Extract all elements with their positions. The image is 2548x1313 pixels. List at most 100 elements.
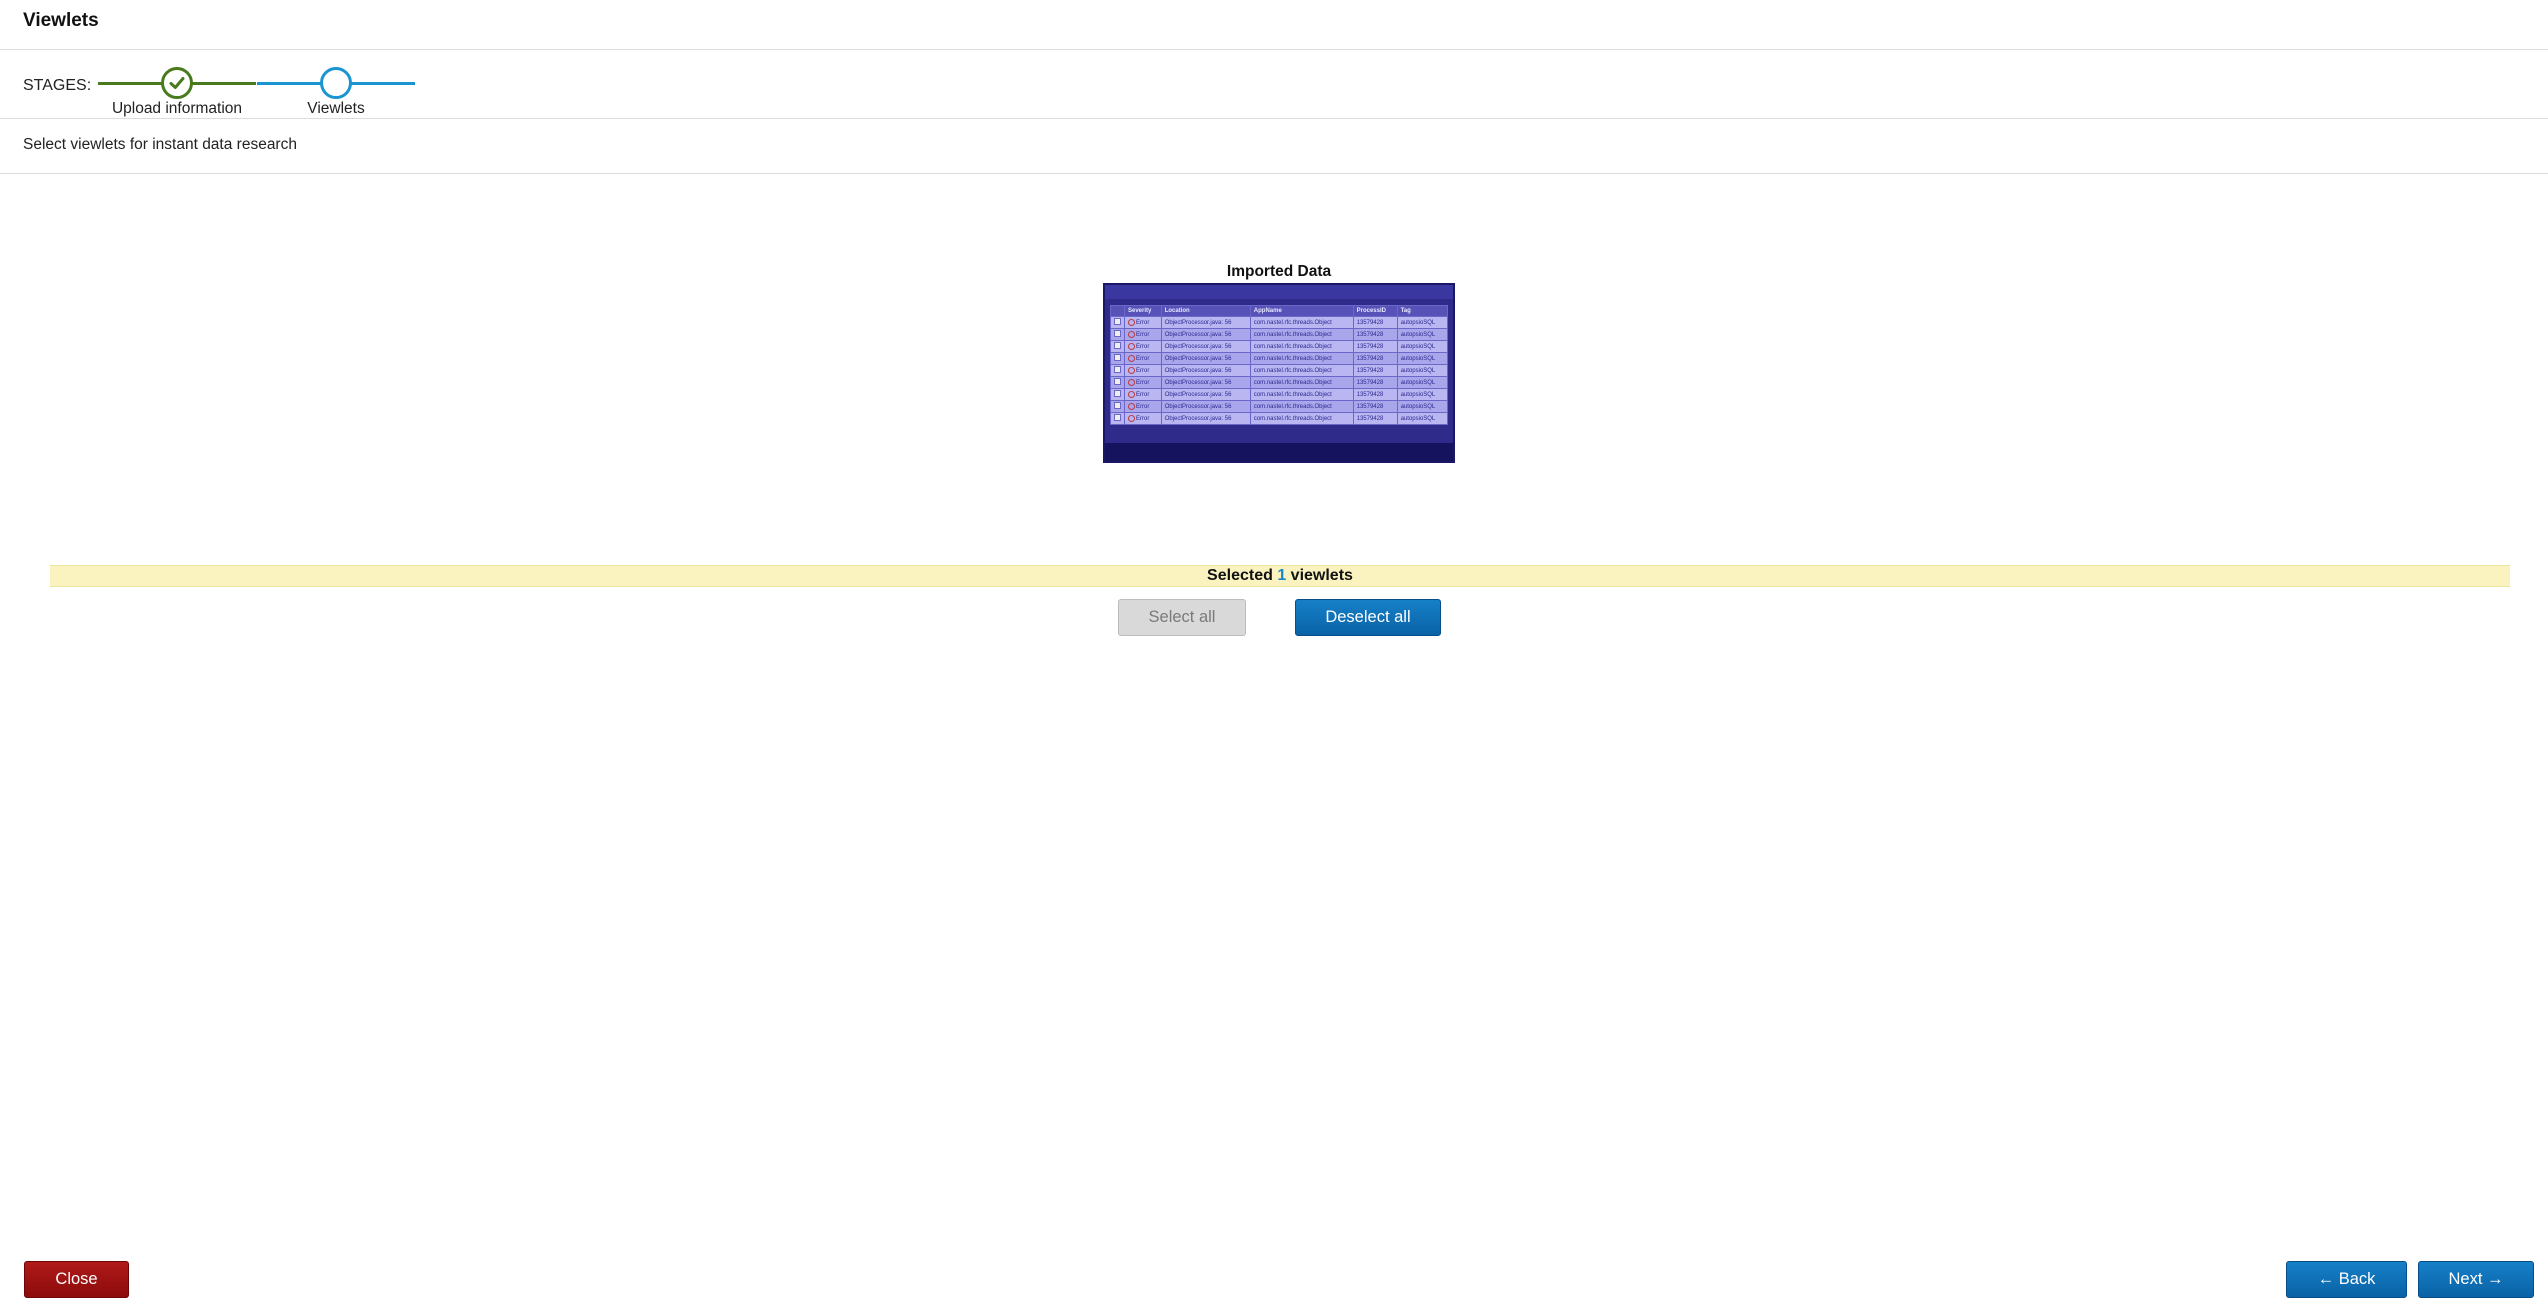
severity-text: Error bbox=[1136, 404, 1150, 411]
selection-prefix: Selected bbox=[1207, 567, 1273, 584]
thumbnail-cell: ObjectProcessor.java: 56 bbox=[1160, 412, 1251, 425]
severity-cell: Error bbox=[1124, 412, 1162, 425]
thumbnail-cell: autopsioSQL bbox=[1396, 388, 1449, 401]
severity-text: Error bbox=[1136, 416, 1150, 423]
thumbnail-cell: autopsioSQL bbox=[1396, 400, 1449, 413]
severity-cell: Error bbox=[1124, 364, 1162, 377]
viewlet-thumbnail[interactable]: Severity Location AppName ProcessID Tag Erro… bbox=[1103, 283, 1455, 463]
page-title: Viewlets bbox=[23, 10, 99, 31]
row-checkbox-icon bbox=[1110, 340, 1125, 353]
thumbnail-column-header: Tag bbox=[1396, 305, 1449, 317]
check-icon bbox=[161, 67, 193, 99]
thumbnail-column-header: ProcessID bbox=[1352, 305, 1398, 317]
next-button[interactable]: Next → bbox=[2418, 1261, 2534, 1298]
thumbnail-cell: com.nastel.rfc.threads.Object bbox=[1249, 316, 1354, 329]
severity-cell: Error bbox=[1124, 400, 1162, 413]
stage-name: Viewlets bbox=[307, 100, 365, 117]
thumbnail-toolbar bbox=[1105, 285, 1453, 299]
thumbnail-cell: 13579428 bbox=[1352, 376, 1398, 389]
row-checkbox-icon bbox=[1110, 388, 1125, 401]
thumbnail-cell: autopsioSQL bbox=[1396, 340, 1449, 353]
severity-text: Error bbox=[1136, 368, 1150, 375]
thumbnail-table: Severity Location AppName ProcessID Tag Erro… bbox=[1110, 305, 1449, 425]
thumbnail-column-header: AppName bbox=[1249, 305, 1354, 317]
severity-cell: Error bbox=[1124, 388, 1162, 401]
stages-label: STAGES: bbox=[23, 77, 92, 94]
row-checkbox-icon bbox=[1110, 400, 1125, 413]
selection-suffix: viewlets bbox=[1290, 567, 1353, 584]
thumbnail-cell: 13579428 bbox=[1352, 352, 1398, 365]
thumbnail-cell: 13579428 bbox=[1352, 364, 1398, 377]
row-checkbox-icon bbox=[1110, 316, 1125, 329]
thumbnail-row: Error ObjectProcessor.java: 56 com.nastel.… bbox=[1110, 352, 1449, 365]
row-checkbox-icon bbox=[1110, 352, 1125, 365]
thumbnail-cell: ObjectProcessor.java: 56 bbox=[1160, 352, 1251, 365]
instructions-bar: Select viewlets for instant data researc… bbox=[0, 120, 2548, 174]
thumbnail-cell: com.nastel.rfc.threads.Object bbox=[1249, 388, 1354, 401]
row-checkbox-icon bbox=[1110, 412, 1125, 425]
selection-summary-bar: Selected 1 viewlets bbox=[50, 565, 2510, 587]
thumbnail-cell: ObjectProcessor.java: 56 bbox=[1160, 316, 1251, 329]
error-icon bbox=[1128, 414, 1135, 422]
thumbnail-column-header bbox=[1110, 305, 1125, 317]
thumbnail-row: Error ObjectProcessor.java: 56 com.nastel.… bbox=[1110, 316, 1449, 329]
thumbnail-cell: ObjectProcessor.java: 56 bbox=[1160, 376, 1251, 389]
thumbnail-cell: autopsioSQL bbox=[1396, 316, 1449, 329]
error-icon bbox=[1128, 366, 1135, 374]
thumbnail-cell: com.nastel.rfc.threads.Object bbox=[1249, 412, 1354, 425]
severity-cell: Error bbox=[1124, 328, 1162, 341]
thumbnail-cell: 13579428 bbox=[1352, 400, 1398, 413]
row-checkbox-icon bbox=[1110, 328, 1125, 341]
thumbnail-cell: autopsioSQL bbox=[1396, 412, 1449, 425]
selection-count: 1 bbox=[1277, 567, 1287, 584]
thumbnail-cell: autopsioSQL bbox=[1396, 352, 1449, 365]
thumbnail-footer bbox=[1105, 443, 1453, 461]
thumbnail-cell: com.nastel.rfc.threads.Object bbox=[1249, 328, 1354, 341]
thumbnail-cell: ObjectProcessor.java: 56 bbox=[1160, 364, 1251, 377]
instructions-text: Select viewlets for instant data researc… bbox=[23, 136, 297, 153]
thumbnail-cell: com.nastel.rfc.threads.Object bbox=[1249, 352, 1354, 365]
severity-cell: Error bbox=[1124, 376, 1162, 389]
row-checkbox-icon bbox=[1110, 376, 1125, 389]
error-icon bbox=[1128, 330, 1135, 338]
thumbnail-row: Error ObjectProcessor.java: 56 com.nastel.… bbox=[1110, 376, 1449, 389]
thumbnail-cell: autopsioSQL bbox=[1396, 376, 1449, 389]
thumbnail-cell: com.nastel.rfc.threads.Object bbox=[1249, 400, 1354, 413]
stages-bar: STAGES: Upload information Viewlets bbox=[0, 51, 2548, 119]
severity-text: Error bbox=[1136, 392, 1150, 399]
thumbnail-column-header: Severity bbox=[1124, 305, 1162, 317]
severity-cell: Error bbox=[1124, 340, 1162, 353]
error-icon bbox=[1128, 354, 1135, 362]
stage-viewlets[interactable]: Viewlets bbox=[257, 59, 415, 117]
close-button[interactable]: Close bbox=[24, 1261, 129, 1298]
severity-text: Error bbox=[1136, 380, 1150, 387]
error-icon bbox=[1128, 402, 1135, 410]
back-button[interactable]: ← Back bbox=[2286, 1261, 2407, 1298]
thumbnail-cell: 13579428 bbox=[1352, 412, 1398, 425]
thumbnail-cell: autopsioSQL bbox=[1396, 328, 1449, 341]
thumbnail-cell: com.nastel.rfc.threads.Object bbox=[1249, 364, 1354, 377]
deselect-all-button[interactable]: Deselect all bbox=[1295, 599, 1441, 636]
thumbnail-row: Error ObjectProcessor.java: 56 com.nastel.… bbox=[1110, 400, 1449, 413]
error-icon bbox=[1128, 378, 1135, 386]
thumbnail-cell: ObjectProcessor.java: 56 bbox=[1160, 400, 1251, 413]
thumbnail-row: Error ObjectProcessor.java: 56 com.nastel.… bbox=[1110, 412, 1449, 425]
severity-text: Error bbox=[1136, 356, 1150, 363]
thumbnail-cell: 13579428 bbox=[1352, 316, 1398, 329]
severity-cell: Error bbox=[1124, 316, 1162, 329]
severity-cell: Error bbox=[1124, 352, 1162, 365]
select-all-button[interactable]: Select all bbox=[1118, 599, 1246, 636]
thumbnail-cell: com.nastel.rfc.threads.Object bbox=[1249, 340, 1354, 353]
error-icon bbox=[1128, 318, 1135, 326]
severity-text: Error bbox=[1136, 332, 1150, 339]
error-icon bbox=[1128, 390, 1135, 398]
thumbnail-column-header: Location bbox=[1160, 305, 1251, 317]
thumbnail-cell: com.nastel.rfc.threads.Object bbox=[1249, 376, 1354, 389]
thumbnail-cell: 13579428 bbox=[1352, 328, 1398, 341]
thumbnail-cell: 13579428 bbox=[1352, 388, 1398, 401]
thumbnail-row: Error ObjectProcessor.java: 56 com.nastel.… bbox=[1110, 328, 1449, 341]
thumbnail-cell: ObjectProcessor.java: 56 bbox=[1160, 388, 1251, 401]
current-stage-circle-icon bbox=[320, 67, 352, 99]
thumbnail-row: Error ObjectProcessor.java: 56 com.nastel.… bbox=[1110, 364, 1449, 377]
viewlet-imported-data[interactable]: Imported Data Severity Location AppName Pro… bbox=[1103, 261, 1455, 463]
